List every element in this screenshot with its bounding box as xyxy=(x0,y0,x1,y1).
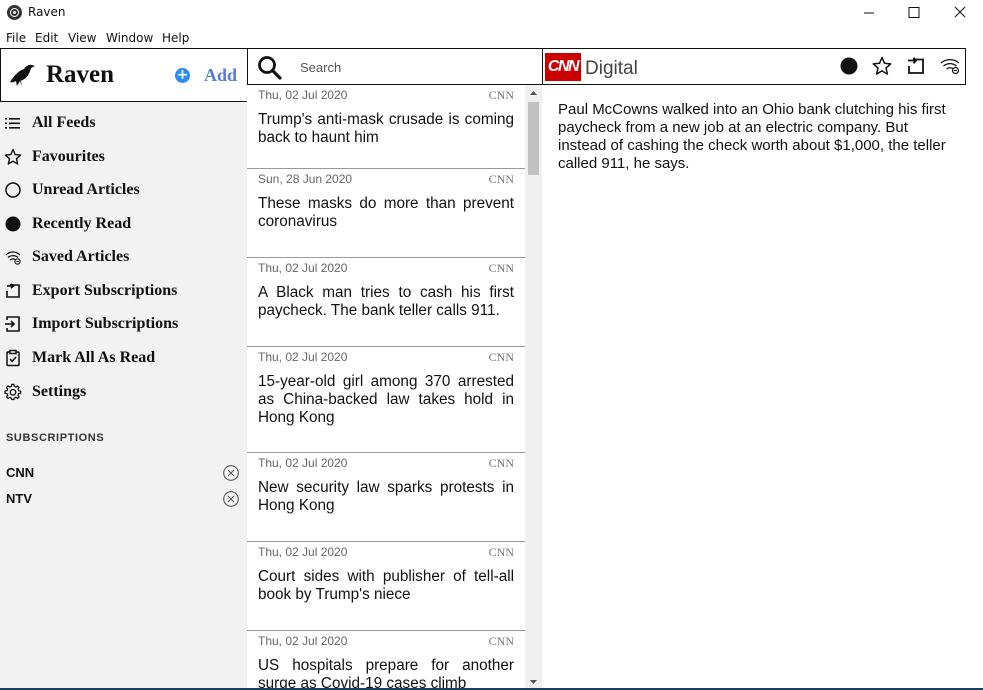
nav-label: All Feeds xyxy=(32,114,96,131)
subscriptions-heading: SUBSCRIPTIONS xyxy=(6,432,105,444)
article-source: CNN xyxy=(488,545,514,559)
article-date: Thu, 02 Jul 2020 xyxy=(258,261,348,275)
article-title: US hospitals prepare for another surge a… xyxy=(258,657,514,690)
article-title: These masks do more than prevent coronav… xyxy=(258,195,514,230)
nav-label: Export Subscriptions xyxy=(32,282,178,299)
menu-view[interactable]: View xyxy=(68,31,96,45)
menu-file[interactable]: File xyxy=(6,31,26,45)
article-list-scrollbar[interactable] xyxy=(525,85,542,690)
subscription-label: NTV xyxy=(6,491,32,506)
subscription-cnn[interactable]: CNN xyxy=(0,462,247,484)
nav-label: Recently Read xyxy=(32,215,132,232)
article-title: Trump's anti-mask crusade is coming back… xyxy=(258,111,514,146)
star-icon xyxy=(4,148,22,166)
plus-icon: + xyxy=(175,67,190,83)
menu-window[interactable]: Window xyxy=(106,31,153,45)
add-label: Add xyxy=(204,65,238,85)
article-source: CNN xyxy=(488,172,514,186)
article-title: New security law sparks protests in Hong… xyxy=(258,479,514,514)
article-item[interactable]: Thu, 02 Jul 2020 CNN Court sides with pu… xyxy=(247,542,525,631)
nav-settings[interactable]: Settings xyxy=(0,377,247,407)
export-icon xyxy=(4,282,22,300)
article-date: Thu, 02 Jul 2020 xyxy=(258,88,348,102)
article-date: Sun, 28 Jun 2020 xyxy=(258,172,353,186)
circle-filled-icon xyxy=(4,215,22,233)
circle-outline-icon xyxy=(4,181,22,199)
list-icon xyxy=(4,114,22,132)
title-bar: Raven xyxy=(0,0,983,26)
article-date: Thu, 02 Jul 2020 xyxy=(258,456,348,470)
menu-bar: File Edit View Window Help xyxy=(0,28,983,48)
article-date: Thu, 02 Jul 2020 xyxy=(258,634,348,648)
import-icon xyxy=(4,315,22,333)
nav-favourites[interactable]: Favourites xyxy=(0,142,247,172)
article-title: A Black man tries to cash his first payc… xyxy=(258,284,514,319)
search-icon[interactable] xyxy=(257,55,283,86)
nav-all-feeds[interactable]: All Feeds xyxy=(0,108,247,138)
feed-logo: CNN xyxy=(545,53,581,81)
minimize-button[interactable] xyxy=(846,0,892,26)
article-item[interactable]: Thu, 02 Jul 2020 CNN US hospitals prepar… xyxy=(247,631,525,690)
article-source: CNN xyxy=(488,350,514,364)
article-body: Paul McCowns walked into an Ohio bank cl… xyxy=(558,101,946,172)
article-date: Thu, 02 Jul 2020 xyxy=(258,545,348,559)
menu-help[interactable]: Help xyxy=(162,31,189,45)
scroll-up-arrow-icon[interactable] xyxy=(525,85,542,102)
raven-app-icon xyxy=(7,5,22,20)
article-source: CNN xyxy=(488,88,514,102)
search-input[interactable] xyxy=(300,56,530,78)
saved-icon xyxy=(4,248,22,266)
save-offline-icon[interactable] xyxy=(939,55,961,82)
maximize-button[interactable] xyxy=(891,0,937,26)
article-item[interactable]: Thu, 02 Jul 2020 CNN A Black man tries t… xyxy=(247,258,525,347)
search-bar xyxy=(247,48,543,85)
article-source: CNN xyxy=(488,261,514,275)
article-item[interactable]: Thu, 02 Jul 2020 CNN 15-year-old girl am… xyxy=(247,347,525,453)
clipboard-check-icon xyxy=(4,349,22,367)
nav-saved-articles[interactable]: Saved Articles xyxy=(0,242,247,272)
article-list: Thu, 02 Jul 2020 CNN Trump's anti-mask c… xyxy=(247,85,525,690)
nav-export-subscriptions[interactable]: Export Subscriptions xyxy=(0,276,247,306)
article-item[interactable]: Thu, 02 Jul 2020 CNN Trump's anti-mask c… xyxy=(247,85,525,169)
mark-unread-toggle-icon[interactable] xyxy=(838,55,860,82)
nav-import-subscriptions[interactable]: Import Subscriptions xyxy=(0,309,247,339)
scroll-thumb[interactable] xyxy=(528,102,539,175)
gear-icon xyxy=(4,383,22,401)
remove-subscription-icon[interactable] xyxy=(222,490,240,513)
raven-bird-icon xyxy=(8,62,36,93)
article-source: CNN xyxy=(488,456,514,470)
nav-recently-read[interactable]: Recently Read xyxy=(0,209,247,239)
nav-unread-articles[interactable]: Unread Articles xyxy=(0,175,247,205)
reader-header: CNN Digital xyxy=(542,48,966,85)
window-title: Raven xyxy=(28,5,66,19)
article-title: Court sides with publisher of tell-all b… xyxy=(258,568,514,603)
favourite-star-icon[interactable] xyxy=(871,55,893,82)
article-item[interactable]: Sun, 28 Jun 2020 CNN These masks do more… xyxy=(247,169,525,258)
remove-subscription-icon[interactable] xyxy=(222,464,240,487)
close-button[interactable] xyxy=(937,0,983,26)
sidebar: Raven + Add All Feeds Favourites Unread … xyxy=(0,48,248,690)
nav-label: Mark All As Read xyxy=(32,349,156,366)
subscription-label: CNN xyxy=(6,465,35,480)
menu-edit[interactable]: Edit xyxy=(35,31,58,45)
subscription-ntv[interactable]: NTV xyxy=(0,488,247,510)
nav-mark-all-as-read[interactable]: Mark All As Read xyxy=(0,343,247,373)
share-export-icon[interactable] xyxy=(905,55,927,82)
article-title: 15-year-old girl among 370 arrested as C… xyxy=(258,373,514,426)
nav-label: Import Subscriptions xyxy=(32,315,179,332)
brand-header: Raven + Add xyxy=(0,48,248,102)
nav-label: Settings xyxy=(32,383,87,400)
article-date: Thu, 02 Jul 2020 xyxy=(258,350,348,364)
nav-label: Favourites xyxy=(32,148,105,165)
article-source: CNN xyxy=(488,634,514,648)
brand-name: Raven xyxy=(46,61,115,88)
article-item[interactable]: Thu, 02 Jul 2020 CNN New security law sp… xyxy=(247,453,525,542)
nav-label: Saved Articles xyxy=(32,248,130,265)
feed-subtitle: Digital xyxy=(585,58,638,79)
nav-label: Unread Articles xyxy=(32,181,140,198)
